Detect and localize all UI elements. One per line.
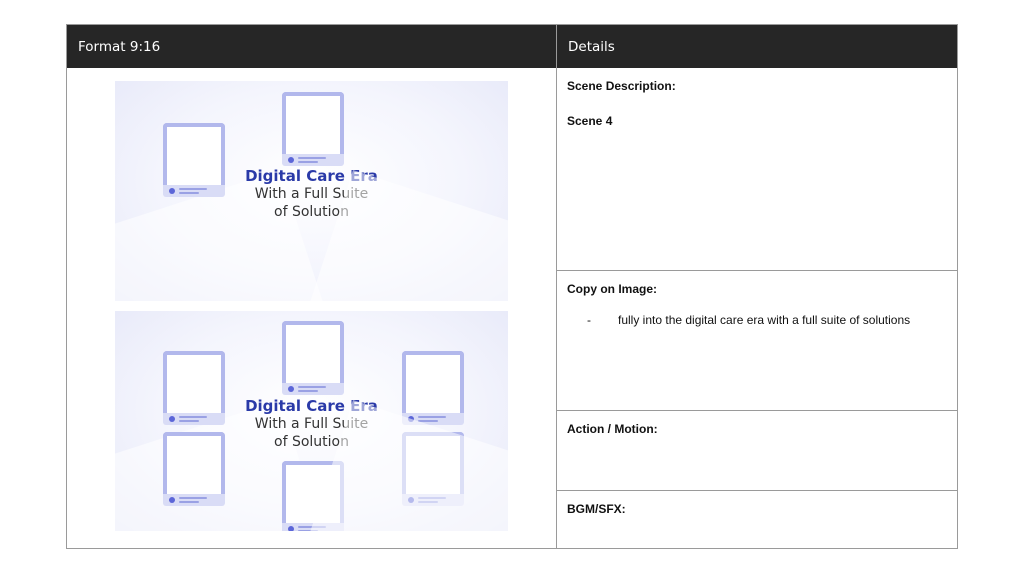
device-icon — [282, 92, 344, 166]
copy-bullet-text: fully into the digital care era with a f… — [618, 313, 911, 327]
copy-on-image-label: Copy on Image: — [567, 282, 658, 296]
device-icon — [402, 432, 464, 506]
action-motion-label: Action / Motion: — [567, 422, 658, 436]
scene-description-label: Scene Description: — [567, 79, 676, 93]
frame-title: Digital Care Era With a Full Suite of So… — [245, 167, 378, 220]
bgm-sfx-cell: BGM/SFX: — [557, 491, 957, 548]
scene-description-cell: Scene Description: Scene 4 — [557, 68, 957, 271]
device-icon — [282, 461, 344, 531]
action-motion-cell: Action / Motion: — [557, 411, 957, 491]
header-format: Format 9:16 — [67, 25, 557, 68]
details-column: Scene Description: Scene 4 Copy on Image… — [557, 68, 957, 548]
bgm-sfx-label: BGM/SFX: — [567, 502, 626, 516]
header-details: Details — [557, 25, 957, 68]
preview-frame-1: Digital Care Era With a Full Suite of So… — [115, 81, 508, 301]
frame-title: Digital Care Era With a Full Suite of So… — [245, 397, 378, 450]
copy-bullet: - fully into the digital care era with a… — [567, 313, 947, 327]
bullet-marker: - — [587, 313, 591, 327]
scene-value: Scene 4 — [567, 114, 613, 128]
preview-column: Digital Care Era With a Full Suite of So… — [67, 68, 557, 548]
device-icon — [282, 321, 344, 395]
preview-frame-2: Digital Care Era With a Full Suite of So… — [115, 311, 508, 531]
storyboard-table: Format 9:16 Details Digital Care Era Wit… — [66, 24, 958, 549]
copy-on-image-cell: Copy on Image: - fully into the digital … — [557, 271, 957, 411]
